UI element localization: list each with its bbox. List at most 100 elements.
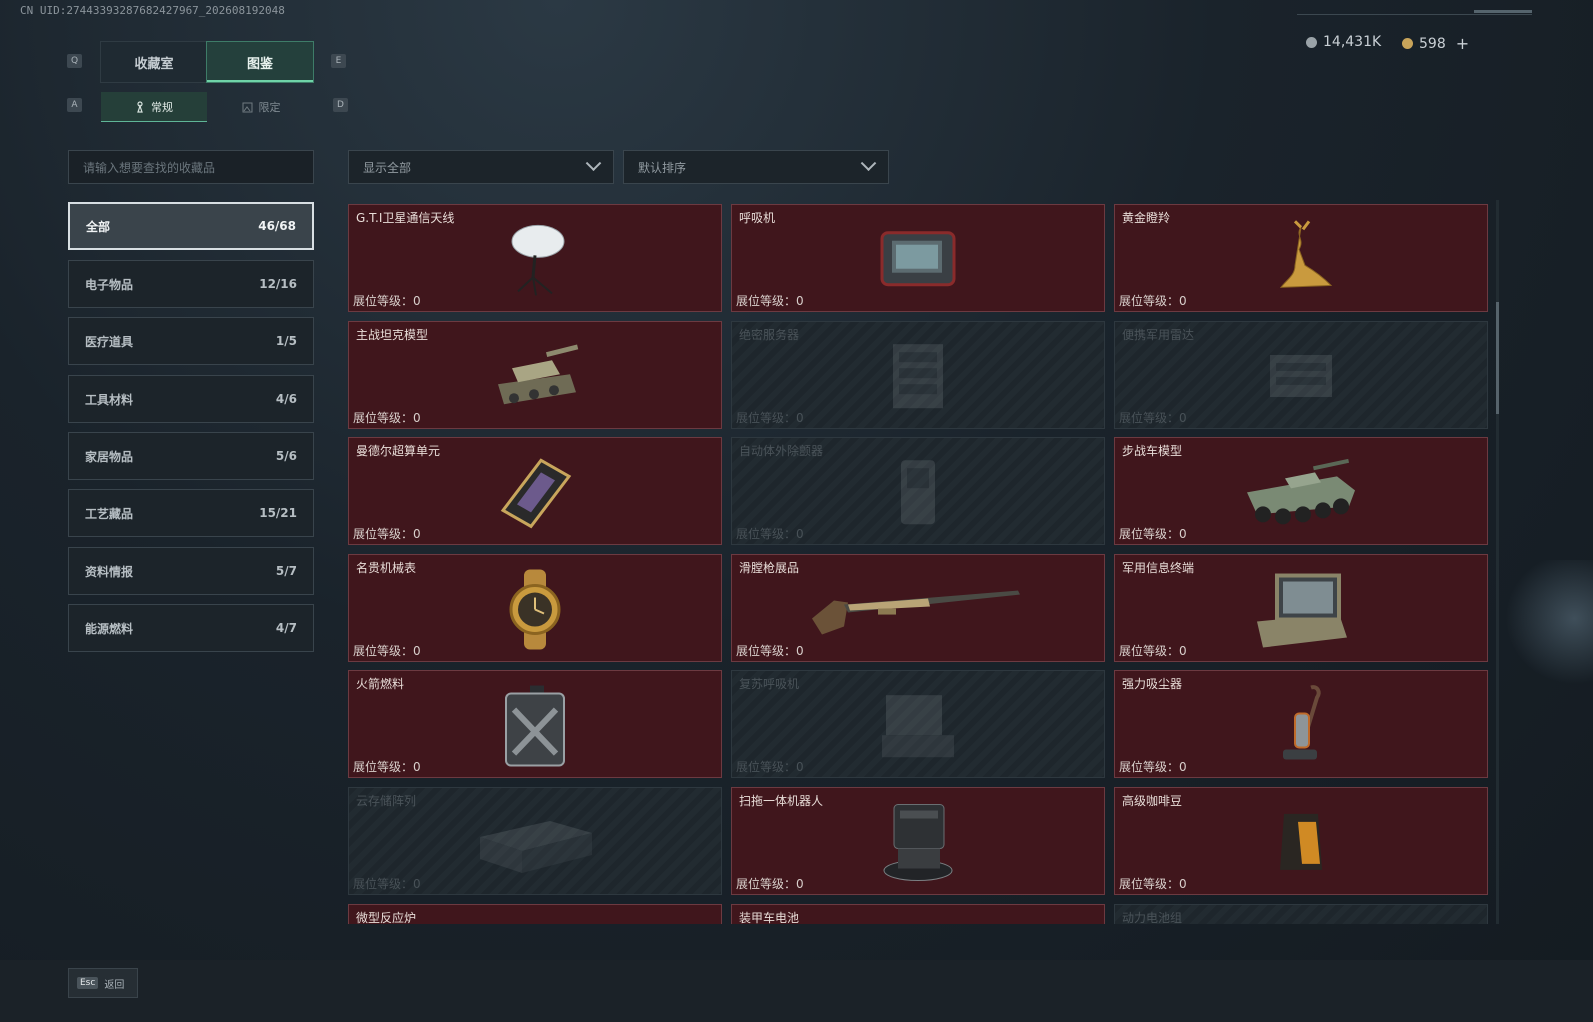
collection-card[interactable]: 主战坦克模型 展位等级：0 — [348, 321, 722, 429]
category-item[interactable]: 家居物品 5/6 — [68, 432, 314, 480]
collection-card[interactable]: 扫拖一体机器人 展位等级：0 — [731, 787, 1105, 895]
display-level-label: 展位等级： — [353, 877, 414, 891]
item-name: 曼德尔超算单元 — [356, 444, 441, 458]
coffee-bag-icon — [1276, 808, 1326, 880]
search-input[interactable]: 请输入想要查找的收藏品 — [68, 150, 314, 184]
display-level: 展位等级：0 — [353, 642, 421, 659]
display-filter-dropdown[interactable]: 显示全部 — [348, 150, 614, 184]
item-name: 微型反应炉 — [356, 911, 417, 924]
collection-card[interactable]: 步战车模型 展位等级：0 — [1114, 437, 1488, 545]
sort-dropdown[interactable]: 默认排序 — [623, 150, 889, 184]
item-name: 滑膛枪展品 — [739, 561, 800, 575]
add-currency-button[interactable]: + — [1456, 34, 1469, 53]
robot-vacuum-icon — [880, 801, 956, 889]
back-label: 返回 — [104, 979, 125, 991]
category-label: 全部 — [86, 219, 111, 234]
collection-card[interactable]: G.T.I卫星通信天线 展位等级：0 — [348, 204, 722, 312]
back-button[interactable]: Esc 返回 — [68, 968, 138, 998]
display-level-label: 展位等级： — [736, 411, 797, 425]
display-level-value: 0 — [413, 411, 421, 425]
collection-card[interactable]: 便携军用雷达 展位等级：0 — [1114, 321, 1488, 429]
military-terminal-icon — [1249, 568, 1353, 656]
collection-card[interactable]: 滑膛枪展品展位等级：0 — [731, 554, 1105, 662]
collection-card[interactable]: 动力电池组 — [1114, 904, 1488, 924]
item-name: 高级咖啡豆 — [1122, 794, 1183, 808]
collection-card[interactable]: 装甲车电池 — [731, 904, 1105, 924]
subtab-next-key: D — [333, 98, 348, 112]
display-level: 展位等级：0 — [1119, 758, 1187, 775]
collection-card[interactable]: 自动体外除颤器 展位等级：0 — [731, 437, 1105, 545]
display-level-label: 展位等级： — [353, 760, 414, 774]
satellite-dish-icon — [500, 219, 570, 303]
display-level: 展位等级：0 — [736, 525, 804, 542]
collection-card[interactable]: 黄金瞪羚 展位等级：0 — [1114, 204, 1488, 312]
item-name: 复苏呼吸机 — [739, 677, 800, 691]
subtab-prev-key: A — [67, 98, 82, 112]
display-level: 展位等级：0 — [736, 642, 804, 659]
radar-icon — [1258, 341, 1344, 415]
display-level: 展位等级：0 — [353, 525, 421, 542]
collection-card[interactable]: 呼吸机 展位等级：0 — [731, 204, 1105, 312]
gold-gazelle-icon — [1261, 219, 1341, 303]
subtab-limited[interactable]: 限定 — [208, 92, 314, 122]
item-name: 步战车模型 — [1122, 444, 1183, 458]
display-level: 展位等级：0 — [736, 875, 804, 892]
tank-model-icon — [490, 338, 580, 418]
display-level: 展位等级：0 — [353, 409, 421, 426]
supercomputer-unit-icon — [493, 452, 577, 536]
ventilator-icon — [878, 227, 958, 295]
display-level-value: 0 — [1179, 411, 1187, 425]
gold-amount: 598 — [1419, 35, 1446, 52]
tab-collection-room[interactable]: 收藏室 — [100, 41, 208, 83]
collection-card[interactable]: 名贵机械表 展位等级：0 — [348, 554, 722, 662]
category-item[interactable]: 工艺藏品 15/21 — [68, 489, 314, 537]
pawn-icon — [137, 101, 143, 113]
collection-card[interactable]: 强力吸尘器展位等级：0 — [1114, 670, 1488, 778]
item-name: 装甲车电池 — [739, 911, 800, 924]
tab-codex[interactable]: 图鉴 — [206, 41, 314, 83]
category-item[interactable]: 医疗道具 1/5 — [68, 317, 314, 365]
category-item[interactable]: 工具材料 4/6 — [68, 375, 314, 423]
display-level-value: 0 — [413, 527, 421, 541]
display-level-label: 展位等级： — [1119, 294, 1180, 308]
display-level-label: 展位等级： — [1119, 877, 1180, 891]
item-name: 动力电池组 — [1122, 911, 1183, 924]
collection-card[interactable]: 复苏呼吸机 展位等级：0 — [731, 670, 1105, 778]
item-name: 强力吸尘器 — [1122, 677, 1183, 691]
display-level-label: 展位等级： — [353, 644, 414, 658]
collection-card[interactable]: 高级咖啡豆 展位等级：0 — [1114, 787, 1488, 895]
display-level: 展位等级：0 — [736, 409, 804, 426]
display-level-label: 展位等级： — [353, 411, 414, 425]
display-level: 展位等级：0 — [736, 292, 804, 309]
collection-card[interactable]: 火箭燃料 展位等级：0 — [348, 670, 722, 778]
item-name: 主战坦克模型 — [356, 328, 429, 342]
category-item[interactable]: 能源燃料 4/7 — [68, 604, 314, 652]
chevron-down-icon — [585, 154, 602, 171]
category-label: 能源燃料 — [85, 621, 134, 636]
collection-card[interactable]: 微型反应炉 — [348, 904, 722, 924]
collection-card[interactable]: 云存储阵列 展位等级：0 — [348, 787, 722, 895]
item-name: 云存储阵列 — [356, 794, 417, 808]
category-item[interactable]: 资料情报 5/7 — [68, 547, 314, 595]
category-item[interactable]: 全部 46/68 — [68, 202, 314, 250]
display-level-label: 展位等级： — [736, 760, 797, 774]
display-level-value: 0 — [413, 294, 421, 308]
subtab-regular-label: 常规 — [151, 101, 173, 114]
gold-coin-icon — [1402, 38, 1413, 49]
fuel-canister-icon — [500, 684, 570, 772]
silver-amount: 14,431K — [1323, 34, 1382, 50]
display-level-label: 展位等级： — [736, 294, 797, 308]
display-level-value: 0 — [796, 644, 804, 658]
collection-card[interactable]: 军用信息终端 展位等级：0 — [1114, 554, 1488, 662]
collection-card[interactable]: 绝密服务器 展位等级：0 — [731, 321, 1105, 429]
grid-scrollbar-thumb[interactable] — [1496, 302, 1499, 414]
display-level-value: 0 — [413, 644, 421, 658]
display-level-value: 0 — [796, 411, 804, 425]
display-level: 展位等级：0 — [353, 758, 421, 775]
display-level-label: 展位等级： — [736, 877, 797, 891]
server-icon — [883, 338, 953, 418]
subtab-regular[interactable]: 常规 — [101, 92, 207, 122]
category-item[interactable]: 电子物品 12/16 — [68, 260, 314, 308]
display-level-value: 0 — [796, 294, 804, 308]
collection-card[interactable]: 曼德尔超算单元 展位等级：0 — [348, 437, 722, 545]
